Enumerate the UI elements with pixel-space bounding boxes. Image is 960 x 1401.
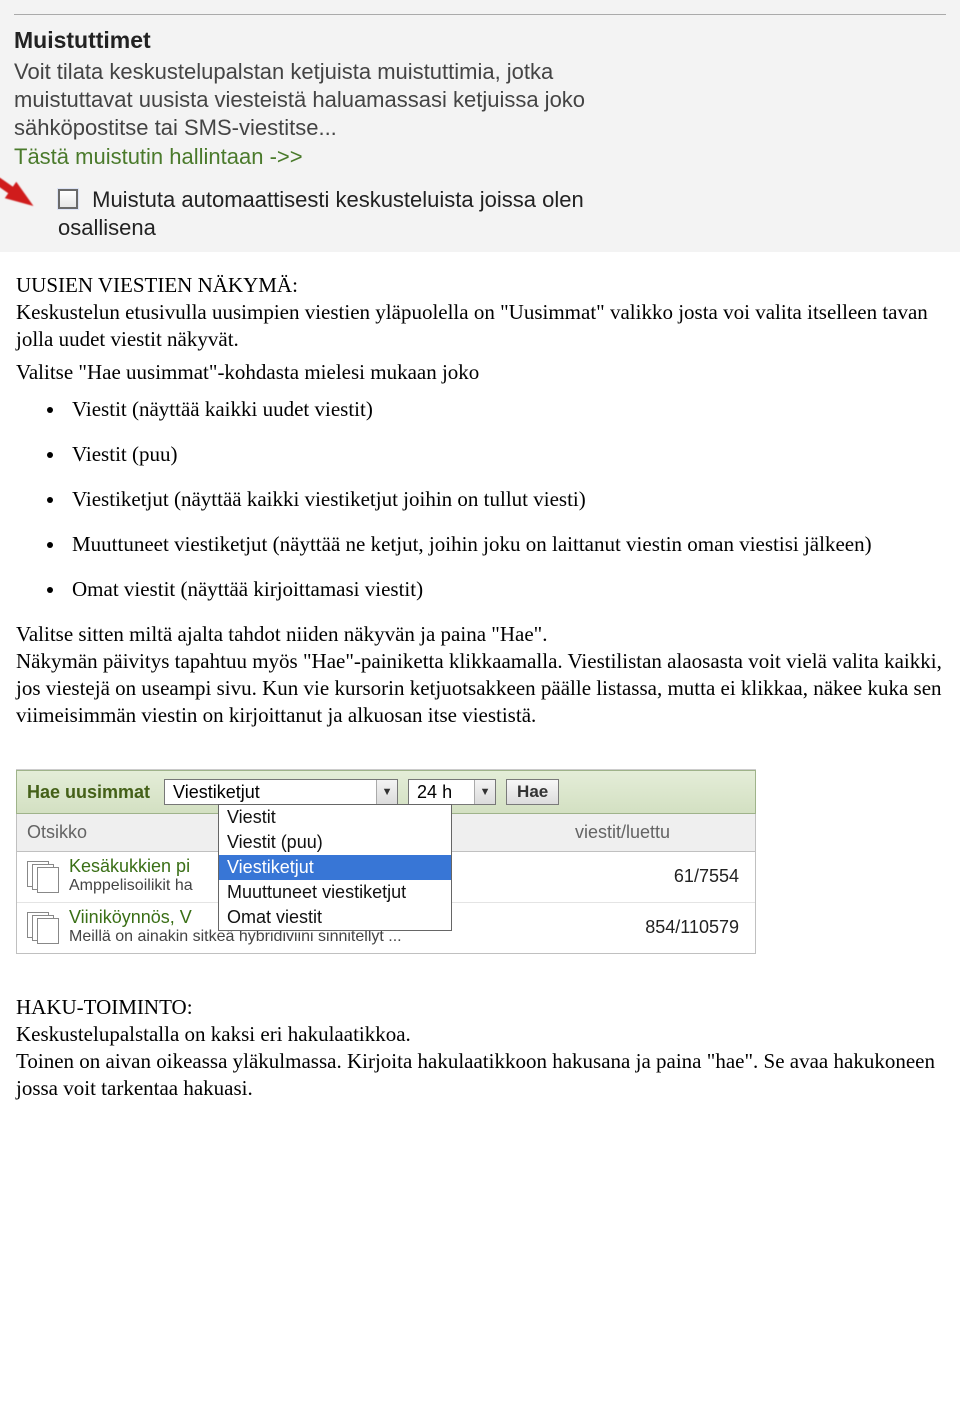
time-dropdown-value: 24 h	[409, 782, 474, 803]
auto-remind-label: Muistuta automaattisesti keskusteluista …	[58, 187, 584, 240]
thread-stack-icon	[27, 912, 59, 942]
list-item: Omat viestit (näyttää kirjoittamasi vies…	[66, 576, 944, 603]
options-list: Viestit (näyttää kaikki uudet viestit) V…	[46, 396, 944, 603]
chevron-down-icon: ▼	[474, 780, 495, 804]
auto-remind-row: Muistuta automaattisesti keskusteluista …	[14, 186, 678, 242]
dropdown-option[interactable]: Viestit (puu)	[219, 830, 451, 855]
thread-stack-icon	[27, 861, 59, 891]
divider	[14, 14, 946, 15]
reminders-panel: Muistuttimet Voit tilata keskustelupalst…	[0, 0, 960, 252]
time-dropdown[interactable]: 24 h ▼	[408, 779, 496, 805]
auto-remind-checkbox[interactable]	[58, 189, 78, 209]
col-count: viestit/luettu	[565, 814, 755, 851]
section-heading: UUSIEN VIESTIEN NÄKYMÄ:	[16, 272, 944, 299]
list-item: Viestit (näyttää kaikki uudet viestit)	[66, 396, 944, 423]
type-dropdown-list: Viestit Viestit (puu) Viestiketjut Muutt…	[218, 804, 452, 931]
dropdown-option[interactable]: Omat viestit	[219, 905, 451, 930]
toolbar-label: Hae uusimmat	[27, 782, 150, 803]
type-dropdown-value: Viestiketjut	[165, 782, 376, 803]
reminders-title: Muistuttimet	[14, 27, 946, 54]
section-intro: Keskustelun etusivulla uusimpien viestie…	[16, 299, 944, 353]
dropdown-option-selected[interactable]: Viestiketjut	[219, 855, 451, 880]
section-line: Keskustelupalstalla on kaksi eri hakulaa…	[16, 1021, 944, 1048]
section-heading: HAKU-TOIMINTO:	[16, 994, 944, 1021]
dropdown-option[interactable]: Muuttuneet viestiketjut	[219, 880, 451, 905]
thread-count: 854/110579	[589, 917, 745, 938]
list-item: Viestit (puu)	[66, 441, 944, 468]
section-line: Toinen on aivan oikeassa yläkulmassa. Ki…	[16, 1048, 944, 1102]
search-button[interactable]: Hae	[506, 779, 559, 805]
reminders-manage-link[interactable]: Tästä muistutin hallintaan ->>	[14, 144, 946, 170]
reminders-body: Voit tilata keskustelupalstan ketjuista …	[14, 58, 634, 142]
doc-section-new-messages: UUSIEN VIESTIEN NÄKYMÄ: Keskustelun etus…	[0, 272, 960, 749]
list-item: Viestiketjut (näyttää kaikki viestiketju…	[66, 486, 944, 513]
list-item: Muuttuneet viestiketjut (näyttää ne ketj…	[66, 531, 944, 558]
type-dropdown[interactable]: Viestiketjut ▼	[164, 779, 398, 805]
chevron-down-icon: ▼	[376, 780, 397, 804]
search-threads-panel: Hae uusimmat Viestiketjut ▼ 24 h ▼ Hae O…	[16, 769, 756, 954]
arrow-icon	[5, 182, 39, 214]
doc-section-search: HAKU-TOIMINTO: Keskustelupalstalla on ka…	[0, 964, 960, 1122]
thread-count: 61/7554	[589, 866, 745, 887]
dropdown-option[interactable]: Viestit	[219, 805, 451, 830]
section-list-intro: Valitse "Hae uusimmat"-kohdasta mielesi …	[16, 359, 944, 386]
section-footer: Valitse sitten miltä ajalta tahdot niide…	[16, 621, 944, 729]
